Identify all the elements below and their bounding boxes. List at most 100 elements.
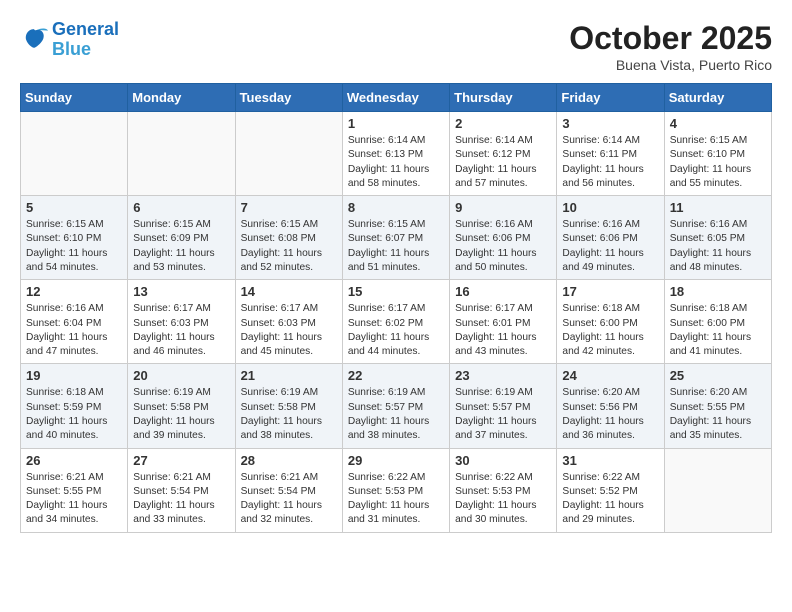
calendar-day-30: 30 Sunrise: 6:22 AM Sunset: 5:53 PM Dayli… bbox=[450, 448, 557, 532]
day-info: Sunrise: 6:18 AM Sunset: 6:00 PM Dayligh… bbox=[670, 302, 766, 359]
calendar-day-empty bbox=[664, 448, 771, 532]
calendar-week-row: 1 Sunrise: 6:14 AM Sunset: 6:13 PM Daylig… bbox=[21, 112, 772, 196]
calendar-day-3: 3Sunrise: 6:14 AM Sunset: 6:11 PM Daylig… bbox=[557, 112, 664, 196]
calendar-day-28: 28 Sunrise: 6:21 AM Sunset: 5:54 PM Dayli… bbox=[235, 448, 342, 532]
day-number: 23 bbox=[455, 368, 551, 383]
day-info: Sunrise: 6:21 AM Sunset: 5:54 PM Dayligh… bbox=[241, 471, 337, 528]
calendar-day-18: 18Sunrise: 6:18 AM Sunset: 6:00 PM Dayli… bbox=[664, 280, 771, 364]
day-info: Sunrise: 6:15 AM Sunset: 6:10 PM Dayligh… bbox=[26, 218, 122, 275]
day-info: Sunrise: 6:14 AM Sunset: 6:12 PM Dayligh… bbox=[455, 134, 551, 191]
day-info: Sunrise: 6:22 AM Sunset: 5:53 PM Dayligh… bbox=[455, 471, 551, 528]
day-number: 12 bbox=[26, 284, 122, 299]
location: Buena Vista, Puerto Rico bbox=[569, 57, 772, 73]
day-info: Sunrise: 6:15 AM Sunset: 6:10 PM Dayligh… bbox=[670, 134, 766, 191]
day-number: 19 bbox=[26, 368, 122, 383]
day-number: 26 bbox=[26, 453, 122, 468]
calendar-day-31: 31 Sunrise: 6:22 AM Sunset: 5:52 PM Dayli… bbox=[557, 448, 664, 532]
weekday-header-monday: Monday bbox=[128, 84, 235, 112]
day-number: 8 bbox=[348, 200, 444, 215]
calendar-day-13: 13 Sunrise: 6:17 AM Sunset: 6:03 PM Dayli… bbox=[128, 280, 235, 364]
calendar-day-12: 12 Sunrise: 6:16 AM Sunset: 6:04 PM Dayli… bbox=[21, 280, 128, 364]
day-number: 1 bbox=[348, 116, 444, 131]
day-number: 11 bbox=[670, 200, 766, 215]
day-number: 9 bbox=[455, 200, 551, 215]
day-info: Sunrise: 6:20 AM Sunset: 5:56 PM Dayligh… bbox=[562, 386, 658, 443]
day-info: Sunrise: 6:17 AM Sunset: 6:03 PM Dayligh… bbox=[241, 302, 337, 359]
calendar-day-14: 14Sunrise: 6:17 AM Sunset: 6:03 PM Dayli… bbox=[235, 280, 342, 364]
day-number: 15 bbox=[348, 284, 444, 299]
weekday-header-row: SundayMondayTuesdayWednesdayThursdayFrid… bbox=[21, 84, 772, 112]
day-number: 22 bbox=[348, 368, 444, 383]
day-number: 29 bbox=[348, 453, 444, 468]
calendar-day-25: 25Sunrise: 6:20 AM Sunset: 5:55 PM Dayli… bbox=[664, 364, 771, 448]
calendar-day-4: 4Sunrise: 6:15 AM Sunset: 6:10 PM Daylig… bbox=[664, 112, 771, 196]
calendar-day-2: 2 Sunrise: 6:14 AM Sunset: 6:12 PM Daylig… bbox=[450, 112, 557, 196]
weekday-header-tuesday: Tuesday bbox=[235, 84, 342, 112]
calendar-day-29: 29 Sunrise: 6:22 AM Sunset: 5:53 PM Dayli… bbox=[342, 448, 449, 532]
day-info: Sunrise: 6:17 AM Sunset: 6:01 PM Dayligh… bbox=[455, 302, 551, 359]
calendar-day-22: 22 Sunrise: 6:19 AM Sunset: 5:57 PM Dayli… bbox=[342, 364, 449, 448]
day-number: 16 bbox=[455, 284, 551, 299]
day-number: 17 bbox=[562, 284, 658, 299]
weekday-header-friday: Friday bbox=[557, 84, 664, 112]
calendar-day-15: 15 Sunrise: 6:17 AM Sunset: 6:02 PM Dayli… bbox=[342, 280, 449, 364]
day-info: Sunrise: 6:19 AM Sunset: 5:58 PM Dayligh… bbox=[133, 386, 229, 443]
calendar-week-row: 5 Sunrise: 6:15 AM Sunset: 6:10 PM Daylig… bbox=[21, 196, 772, 280]
calendar-day-26: 26 Sunrise: 6:21 AM Sunset: 5:55 PM Dayli… bbox=[21, 448, 128, 532]
day-number: 27 bbox=[133, 453, 229, 468]
day-info: Sunrise: 6:19 AM Sunset: 5:57 PM Dayligh… bbox=[348, 386, 444, 443]
calendar-day-empty bbox=[235, 112, 342, 196]
calendar-day-16: 16 Sunrise: 6:17 AM Sunset: 6:01 PM Dayli… bbox=[450, 280, 557, 364]
day-number: 13 bbox=[133, 284, 229, 299]
calendar-week-row: 12 Sunrise: 6:16 AM Sunset: 6:04 PM Dayli… bbox=[21, 280, 772, 364]
calendar-day-17: 17 Sunrise: 6:18 AM Sunset: 6:00 PM Dayli… bbox=[557, 280, 664, 364]
day-info: Sunrise: 6:17 AM Sunset: 6:03 PM Dayligh… bbox=[133, 302, 229, 359]
calendar-week-row: 26 Sunrise: 6:21 AM Sunset: 5:55 PM Dayli… bbox=[21, 448, 772, 532]
day-info: Sunrise: 6:14 AM Sunset: 6:13 PM Dayligh… bbox=[348, 134, 444, 191]
month-title: October 2025 bbox=[569, 20, 772, 57]
day-number: 5 bbox=[26, 200, 122, 215]
day-info: Sunrise: 6:15 AM Sunset: 6:08 PM Dayligh… bbox=[241, 218, 337, 275]
day-number: 21 bbox=[241, 368, 337, 383]
calendar-day-20: 20 Sunrise: 6:19 AM Sunset: 5:58 PM Dayli… bbox=[128, 364, 235, 448]
logo: General Blue bbox=[20, 20, 119, 60]
calendar-day-5: 5 Sunrise: 6:15 AM Sunset: 6:10 PM Daylig… bbox=[21, 196, 128, 280]
day-info: Sunrise: 6:17 AM Sunset: 6:02 PM Dayligh… bbox=[348, 302, 444, 359]
calendar-day-21: 21 Sunrise: 6:19 AM Sunset: 5:58 PM Dayli… bbox=[235, 364, 342, 448]
day-info: Sunrise: 6:16 AM Sunset: 6:05 PM Dayligh… bbox=[670, 218, 766, 275]
logo-icon bbox=[20, 26, 48, 54]
day-number: 2 bbox=[455, 116, 551, 131]
day-number: 31 bbox=[562, 453, 658, 468]
calendar-day-24: 24Sunrise: 6:20 AM Sunset: 5:56 PM Dayli… bbox=[557, 364, 664, 448]
day-info: Sunrise: 6:21 AM Sunset: 5:54 PM Dayligh… bbox=[133, 471, 229, 528]
logo-text: General Blue bbox=[52, 20, 119, 60]
day-info: Sunrise: 6:16 AM Sunset: 6:04 PM Dayligh… bbox=[26, 302, 122, 359]
day-number: 28 bbox=[241, 453, 337, 468]
calendar-day-11: 11 Sunrise: 6:16 AM Sunset: 6:05 PM Dayli… bbox=[664, 196, 771, 280]
day-info: Sunrise: 6:15 AM Sunset: 6:07 PM Dayligh… bbox=[348, 218, 444, 275]
calendar-table: SundayMondayTuesdayWednesdayThursdayFrid… bbox=[20, 83, 772, 533]
day-info: Sunrise: 6:14 AM Sunset: 6:11 PM Dayligh… bbox=[562, 134, 658, 191]
weekday-header-saturday: Saturday bbox=[664, 84, 771, 112]
day-number: 7 bbox=[241, 200, 337, 215]
calendar-day-23: 23Sunrise: 6:19 AM Sunset: 5:57 PM Dayli… bbox=[450, 364, 557, 448]
day-info: Sunrise: 6:19 AM Sunset: 5:58 PM Dayligh… bbox=[241, 386, 337, 443]
day-info: Sunrise: 6:22 AM Sunset: 5:53 PM Dayligh… bbox=[348, 471, 444, 528]
calendar-day-empty bbox=[128, 112, 235, 196]
day-info: Sunrise: 6:16 AM Sunset: 6:06 PM Dayligh… bbox=[455, 218, 551, 275]
weekday-header-sunday: Sunday bbox=[21, 84, 128, 112]
title-block: October 2025 Buena Vista, Puerto Rico bbox=[569, 20, 772, 73]
day-info: Sunrise: 6:21 AM Sunset: 5:55 PM Dayligh… bbox=[26, 471, 122, 528]
day-number: 20 bbox=[133, 368, 229, 383]
calendar-day-9: 9 Sunrise: 6:16 AM Sunset: 6:06 PM Daylig… bbox=[450, 196, 557, 280]
calendar-day-6: 6Sunrise: 6:15 AM Sunset: 6:09 PM Daylig… bbox=[128, 196, 235, 280]
calendar-day-27: 27 Sunrise: 6:21 AM Sunset: 5:54 PM Dayli… bbox=[128, 448, 235, 532]
calendar-day-19: 19Sunrise: 6:18 AM Sunset: 5:59 PM Dayli… bbox=[21, 364, 128, 448]
day-info: Sunrise: 6:18 AM Sunset: 6:00 PM Dayligh… bbox=[562, 302, 658, 359]
calendar-day-8: 8 Sunrise: 6:15 AM Sunset: 6:07 PM Daylig… bbox=[342, 196, 449, 280]
weekday-header-wednesday: Wednesday bbox=[342, 84, 449, 112]
calendar-day-7: 7 Sunrise: 6:15 AM Sunset: 6:08 PM Daylig… bbox=[235, 196, 342, 280]
day-info: Sunrise: 6:22 AM Sunset: 5:52 PM Dayligh… bbox=[562, 471, 658, 528]
day-info: Sunrise: 6:16 AM Sunset: 6:06 PM Dayligh… bbox=[562, 218, 658, 275]
day-number: 30 bbox=[455, 453, 551, 468]
